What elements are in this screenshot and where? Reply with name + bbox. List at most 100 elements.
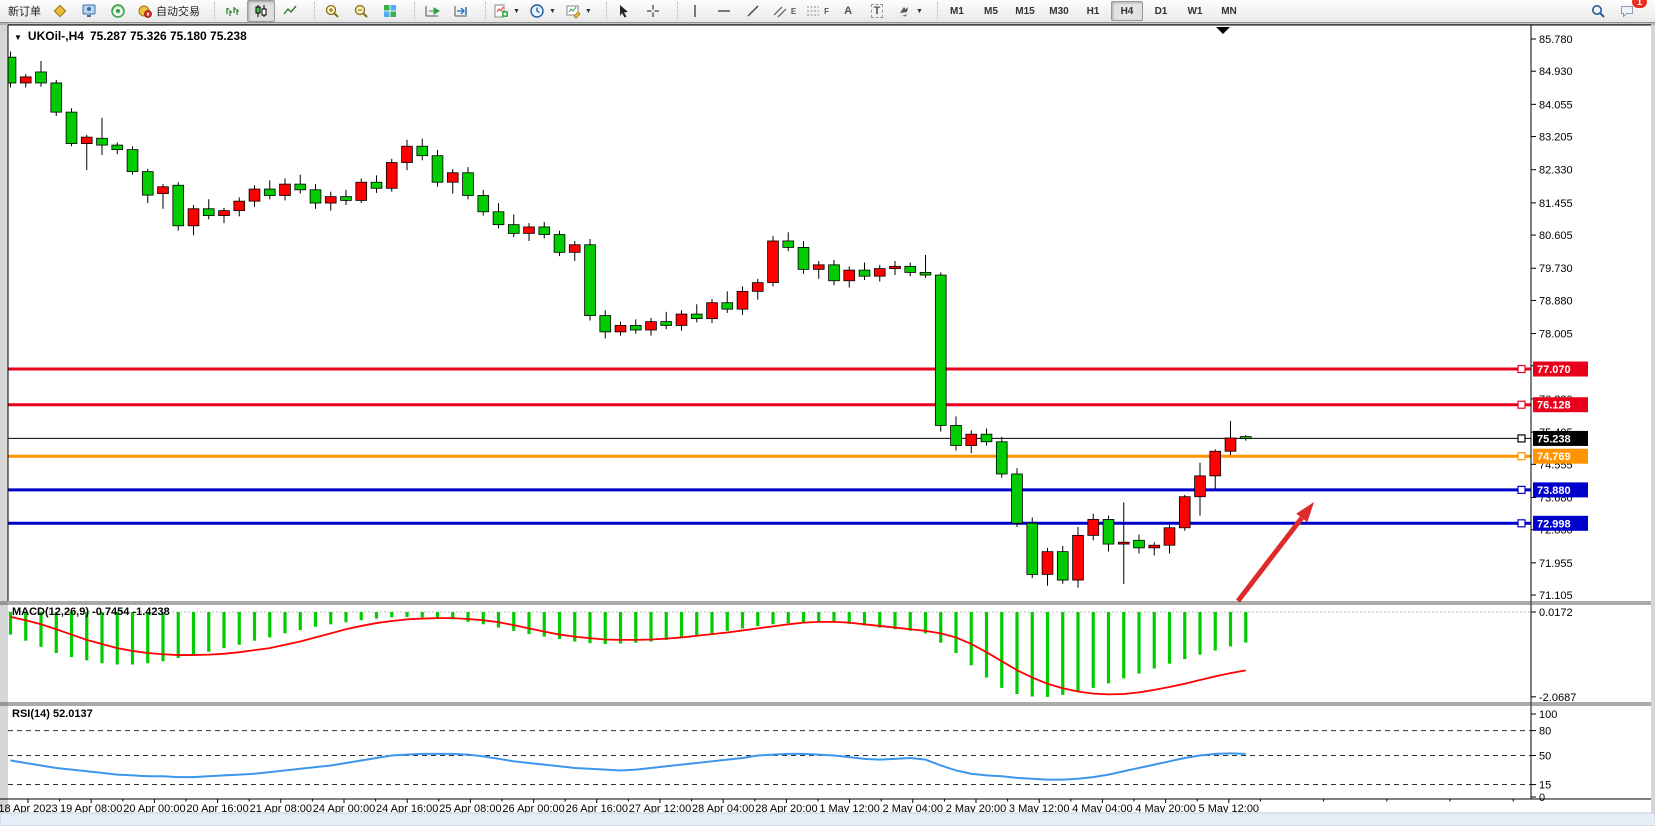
candle-body [234,201,245,210]
search-button[interactable] [1584,0,1612,22]
equidistant-channel-button[interactable]: E [768,0,800,22]
line-anchor-marker [1518,486,1525,493]
candle-body [905,266,916,272]
candle-body [996,442,1007,474]
line-anchor-marker [1518,401,1525,408]
candle-body [935,275,946,425]
arrows-dropdown-caret[interactable]: ▼ [916,8,923,15]
candle-body [508,225,519,234]
cursor-icon [616,3,632,19]
chart-symbol-period: UKOil-,H4 [28,29,84,43]
candle-body [859,270,870,276]
candle-body [112,145,123,150]
channel-letter: E [791,7,796,16]
horizontal-line-button[interactable] [710,0,738,22]
chart-shift-button[interactable] [447,0,475,22]
auto-trading-button[interactable]: 自动交易 [133,0,204,22]
candle-body [630,325,641,330]
templates-dropdown-caret[interactable]: ▼ [585,8,592,15]
candle-body [1042,552,1053,575]
text-label-button[interactable]: T [863,0,891,22]
candle-body [280,184,291,195]
toolbar-separator [307,2,315,20]
price-tick-label: 82.330 [1539,165,1573,177]
candle-body [310,190,321,203]
timeframe-button-W1[interactable]: W1 [1179,1,1211,21]
rsi-axis-label: 15 [1539,780,1551,792]
fibonacci-button[interactable]: F [801,0,833,22]
periods-button[interactable]: ▼ [525,0,560,22]
timeframe-button-H4[interactable]: H4 [1111,1,1143,21]
chart-area[interactable]: 85.78084.93084.05583.20582.33081.45580.6… [0,0,1655,826]
text-button[interactable]: A [834,0,862,22]
tile-windows-button[interactable] [376,0,404,22]
macd-axis-label: -2.0687 [1539,692,1576,704]
new-order-button[interactable]: 新订单 [4,0,45,22]
candle-body [600,316,611,332]
candle-body [1073,535,1084,580]
chart-title: ▼ UKOil-,H4 75.287 75.326 75.180 75.238 [14,29,247,43]
signals-button[interactable] [104,0,132,22]
price-tick-label: 84.930 [1539,66,1573,78]
horizontal-line-icon [716,3,732,19]
cursor-button[interactable] [610,0,638,22]
timeframe-button-M5[interactable]: M5 [975,1,1007,21]
price-tick-label: 84.055 [1539,99,1573,111]
terminal-button[interactable] [75,0,103,22]
chart-shift-icon [453,3,469,19]
zoom-in-button[interactable] [318,0,346,22]
arrows-tool-icon [896,3,912,19]
line-chart-button[interactable] [276,0,304,22]
vertical-line-icon [687,3,703,19]
bar-chart-button[interactable] [218,0,246,22]
auto-scroll-icon [424,3,440,19]
candle-body [1012,474,1023,523]
candle-body [1057,552,1068,580]
candle-body [386,163,397,189]
symbol-dropdown-icon[interactable]: ▼ [14,33,22,42]
candle-body [783,241,794,247]
timeframe-button-M30[interactable]: M30 [1043,1,1075,21]
candle-body [1088,519,1099,535]
toolbar-separator [599,2,607,20]
candle-body [1027,523,1038,574]
timeframe-button-MN[interactable]: MN [1213,1,1245,21]
timeframe-button-M15[interactable]: M15 [1009,1,1041,21]
candle-body [539,227,550,235]
arrows-button[interactable]: ▼ [892,0,927,22]
timeframe-button-H1[interactable]: H1 [1077,1,1109,21]
zoom-out-icon [353,3,369,19]
candle-body [585,245,596,316]
tile-windows-icon [382,3,398,19]
candle-body [173,185,184,226]
crosshair-button[interactable] [639,0,667,22]
price-tick-label: 71.955 [1539,558,1573,570]
toolbar: 新订单 自动交易 ▼ ▼ [0,0,1655,23]
candle-body [1134,540,1145,548]
auto-scroll-button[interactable] [418,0,446,22]
market-watch-button[interactable] [46,0,74,22]
price-tick-label: 78.005 [1539,329,1573,341]
status-strip [0,813,1655,826]
vertical-line-button[interactable] [681,0,709,22]
indicators-button[interactable]: ▼ [489,0,524,22]
candle-body [752,283,763,292]
candle-body [707,303,718,319]
candlestick-chart-button[interactable] [247,0,275,22]
templates-button[interactable]: ▼ [561,0,596,22]
candle-body [1225,438,1236,451]
chat-button[interactable]: 1 [1613,0,1641,22]
candle-body [1210,451,1221,476]
zoom-out-button[interactable] [347,0,375,22]
signal-icon [110,3,126,19]
timeframe-button-M1[interactable]: M1 [941,1,973,21]
left-window-edge [0,23,8,826]
candle-body [432,156,443,183]
indicators-dropdown-caret[interactable]: ▼ [513,8,520,15]
line-anchor-marker [1518,453,1525,460]
periods-dropdown-caret[interactable]: ▼ [549,8,556,15]
candle-body [1195,476,1206,497]
trendline-button[interactable] [739,0,767,22]
timeframe-button-D1[interactable]: D1 [1145,1,1177,21]
candle-body [51,83,62,112]
